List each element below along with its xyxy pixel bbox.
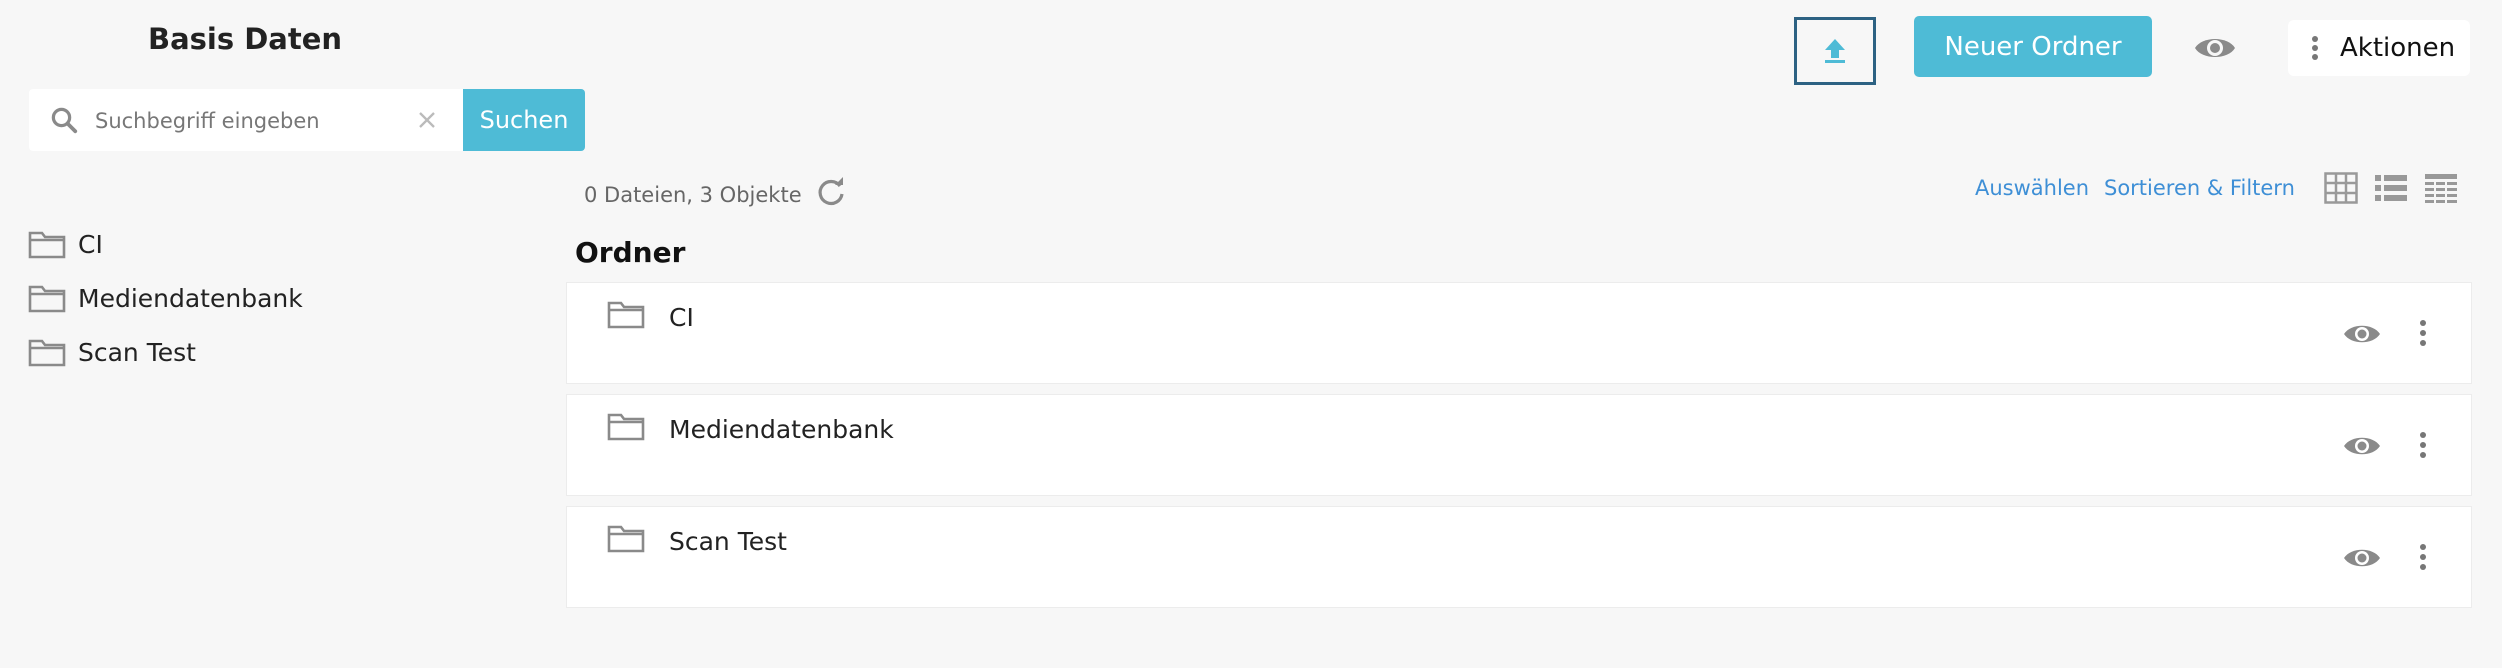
folder-row[interactable]: CI (566, 282, 2472, 384)
eye-icon[interactable] (2193, 32, 2237, 64)
more-vertical-icon[interactable] (2418, 319, 2428, 347)
sidebar-item-label: CI (78, 229, 103, 259)
refresh-icon[interactable] (814, 175, 848, 209)
more-vertical-icon[interactable] (2418, 543, 2428, 571)
clear-icon[interactable] (413, 106, 441, 134)
sidebar-item-ci[interactable]: CI (28, 224, 103, 264)
item-count: 0 Dateien, 3 Objekte (584, 183, 802, 207)
page-title: Basis Daten (147, 22, 343, 56)
sidebar-item-scan-test[interactable]: Scan Test (28, 332, 196, 372)
grid-view-icon[interactable] (2324, 172, 2358, 204)
folder-icon (607, 525, 645, 553)
table-view-icon[interactable] (2424, 172, 2458, 204)
search-icon (51, 107, 78, 134)
eye-icon[interactable] (2343, 320, 2381, 348)
sort-filter-link[interactable]: Sortieren & Filtern (2104, 176, 2295, 200)
sidebar-item-mediendatenbank[interactable]: Mediendatenbank (28, 278, 303, 318)
folder-icon (607, 413, 645, 441)
more-vertical-icon[interactable] (2418, 431, 2428, 459)
folder-icon (28, 339, 66, 367)
eye-icon[interactable] (2343, 544, 2381, 572)
folder-name[interactable]: Mediendatenbank (669, 415, 894, 444)
more-vertical-icon (2312, 36, 2318, 60)
list-view-icon[interactable] (2374, 172, 2408, 204)
sidebar-item-label: Mediendatenbank (78, 283, 303, 313)
upload-icon (1825, 39, 1845, 63)
select-link[interactable]: Auswählen (1975, 176, 2089, 200)
new-folder-button[interactable]: Neuer Ordner (1914, 16, 2152, 77)
folder-row[interactable]: Scan Test (566, 506, 2472, 608)
search-button[interactable]: Suchen (463, 89, 585, 151)
folder-icon (28, 231, 66, 259)
actions-button[interactable]: Aktionen (2288, 20, 2470, 76)
folder-name[interactable]: CI (669, 303, 694, 332)
search-input[interactable] (93, 89, 427, 153)
eye-icon[interactable] (2343, 432, 2381, 460)
sidebar-item-label: Scan Test (78, 337, 196, 367)
folder-icon (607, 301, 645, 329)
folder-icon (28, 285, 66, 313)
folder-row[interactable]: Mediendatenbank (566, 394, 2472, 496)
search-box (29, 89, 463, 153)
upload-button[interactable] (1794, 17, 1876, 85)
folder-name[interactable]: Scan Test (669, 527, 787, 556)
actions-label: Aktionen (2340, 33, 2456, 63)
section-title: Ordner (575, 236, 686, 269)
